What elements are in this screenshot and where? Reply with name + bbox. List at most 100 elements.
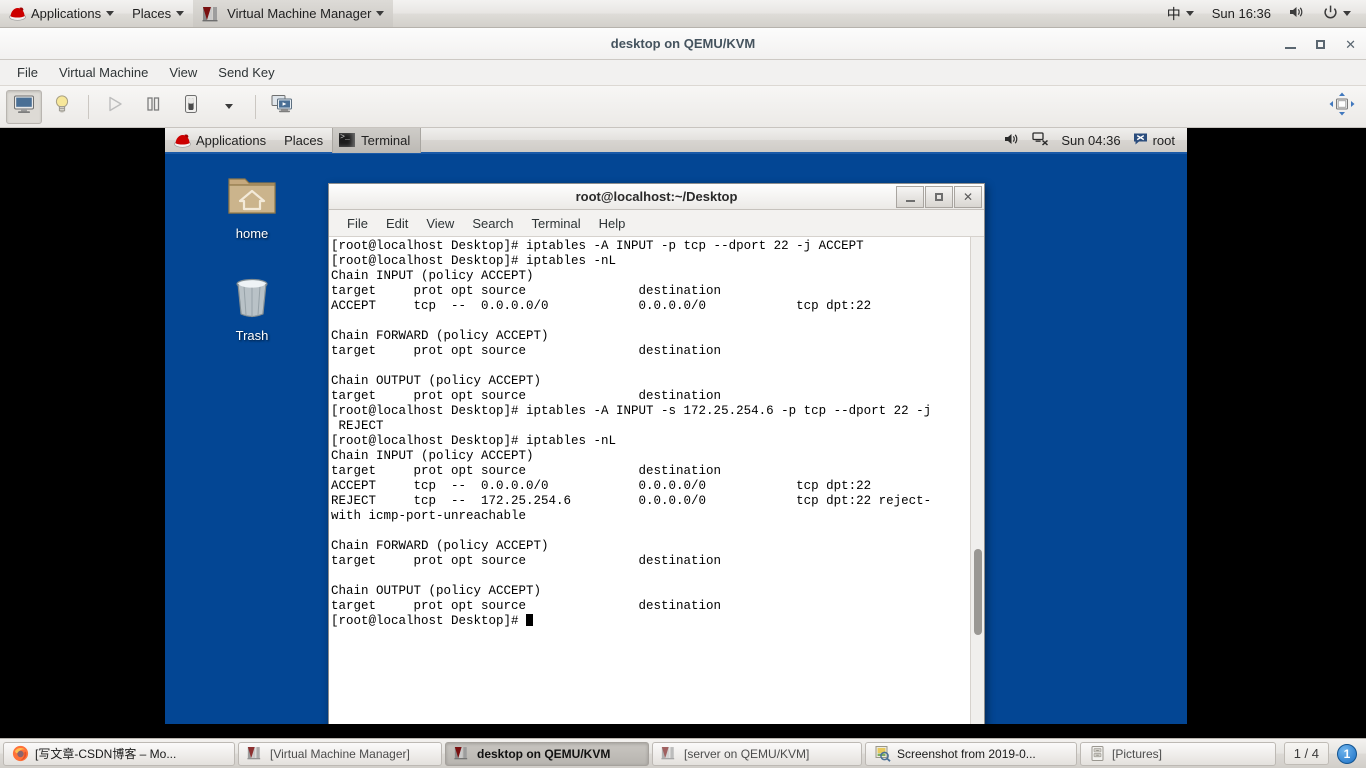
taskbar-button-desktop-vm[interactable]: desktop on QEMU/KVM [445,741,649,766]
guest-window-task-label: Terminal [361,132,411,148]
taskbar-button-screenshot[interactable]: Screenshot from 2019-0... [865,741,1077,766]
show-graphical-console-button[interactable] [6,89,42,124]
chevron-down-icon [106,11,115,16]
workspace-switcher[interactable]: 1 / 4 1 [1283,742,1363,765]
taskbar-button-vmm[interactable]: [Virtual Machine Manager] [238,741,442,766]
maximize-button[interactable] [1316,39,1326,49]
terminal-maximize-button[interactable] [925,186,953,208]
host-places-menu[interactable]: Places [123,0,193,27]
guest-network-disconnected-icon[interactable] [1032,131,1049,149]
resize-to-vm-button[interactable] [1324,90,1360,124]
terminal-line: Chain INPUT (policy ACCEPT) [331,269,534,283]
virt-manager-window: desktop on QEMU/KVM ✕ File Virtual Machi… [0,28,1366,738]
host-top-panel: Applications Places Virtual Machine Mana… [0,0,1366,28]
guest-places-menu[interactable]: Places [275,128,332,153]
pause-icon [145,96,161,117]
power-switch-icon [182,94,200,119]
vmm-window-title: desktop on QEMU/KVM [610,36,756,51]
terminal-menu-terminal[interactable]: Terminal [524,213,589,234]
manage-snapshots-button[interactable] [264,90,300,124]
close-button[interactable]: ✕ [1345,38,1356,51]
minimize-button[interactable] [1285,39,1297,49]
terminal-menu-edit[interactable]: Edit [378,213,416,234]
menu-view[interactable]: View [160,62,206,83]
workspace-badge[interactable]: 1 [1337,743,1357,764]
shutdown-vm-button[interactable] [173,90,209,124]
files-icon [1089,745,1106,762]
terminal-menu-search[interactable]: Search [464,213,521,234]
chevron-down-icon [225,104,233,109]
terminal-scrollbar-thumb[interactable] [974,549,982,635]
guest-volume-icon[interactable] [1004,132,1020,149]
desktop-icon-trash[interactable]: Trash [209,274,295,343]
terminal-line: Chain OUTPUT (policy ACCEPT) [331,374,542,388]
guest-applications-label: Applications [196,132,267,148]
vmm-titlebar: desktop on QEMU/KVM ✕ [0,28,1366,60]
terminal-menu-view[interactable]: View [418,213,462,234]
desktop-icon-home[interactable]: home [209,172,295,241]
guest-user-menu[interactable]: root [1133,132,1175,149]
redhat-logo-icon [174,133,191,148]
guest-applications-menu[interactable]: Applications [165,128,275,153]
vm-console-viewport[interactable]: Applications Places >_ Terminal Sun 04:3… [0,128,1366,738]
terminal-line: Chain INPUT (policy ACCEPT) [331,449,534,463]
shutdown-options-dropdown[interactable] [211,90,247,124]
vmm-window-controls: ✕ [1285,28,1356,60]
terminal-minimize-button[interactable] [896,186,924,208]
screen: Applications Places Virtual Machine Mana… [0,0,1366,768]
terminal-prompt-line: [root@localhost Desktop]# [331,614,970,629]
terminal-window[interactable]: root@localhost:~/Desktop ✕ File Edit Vie… [328,183,985,724]
toolbar-separator [88,94,89,119]
volume-indicator[interactable] [1280,0,1314,27]
taskbar-button-pictures[interactable]: [Pictures] [1080,741,1276,766]
host-applications-menu[interactable]: Applications [0,0,123,27]
terminal-line: target prot opt source destination [331,599,722,613]
show-hardware-details-button[interactable] [44,90,80,124]
guest-clock-label[interactable]: Sun 04:36 [1061,133,1120,148]
guest-window-task-terminal[interactable]: >_ Terminal [332,128,422,153]
terminal-output[interactable]: [root@localhost Desktop]# iptables -A IN… [329,237,970,724]
terminal-menubar: File Edit View Search Terminal Help [329,210,984,237]
guest-desktop-area[interactable]: home Trash root@localhost:~/Desktop ✕ Fi… [165,154,1187,724]
taskbar-button-server-vm[interactable]: [server on QEMU/KVM] [652,741,862,766]
terminal-close-button[interactable]: ✕ [954,186,982,208]
vmm-icon [454,745,471,762]
menu-file[interactable]: File [8,62,47,83]
terminal-menu-help[interactable]: Help [591,213,634,234]
taskbar-button-firefox-label: [写文章-CSDN博客 – Mo... [35,747,177,761]
host-active-app-menu[interactable]: Virtual Machine Manager [193,0,394,27]
system-menu[interactable] [1314,0,1360,27]
host-clock[interactable]: Sun 16:36 [1203,0,1280,27]
resize-icon [1328,91,1356,122]
menu-virtual-machine[interactable]: Virtual Machine [50,62,157,83]
trash-icon [209,274,295,323]
menu-send-key[interactable]: Send Key [209,62,283,83]
terminal-scrollbar[interactable] [970,237,984,724]
vmm-icon [247,745,264,762]
guest-screen[interactable]: Applications Places >_ Terminal Sun 04:3… [165,128,1187,724]
host-taskbar: [写文章-CSDN博客 – Mo... [Virtual Machine Man… [0,738,1366,768]
screenshot-icon [874,745,891,762]
input-method-indicator[interactable]: 中 [1158,0,1203,27]
user-status-icon [1133,132,1148,149]
desktop-icon-trash-label: Trash [235,328,269,343]
firefox-icon [12,745,29,762]
terminal-line: target prot opt source destination [331,554,722,568]
terminal-line: Chain FORWARD (policy ACCEPT) [331,539,549,553]
play-icon [106,95,124,118]
terminal-line: target prot opt source destination [331,389,722,403]
terminal-menu-file[interactable]: File [339,213,376,234]
chevron-down-icon [1185,11,1194,16]
terminal-body[interactable]: [root@localhost Desktop]# iptables -A IN… [329,237,984,724]
pause-vm-button[interactable] [135,90,171,124]
terminal-line: [root@localhost Desktop]# iptables -nL [331,254,617,268]
terminal-line: with icmp-port-unreachable [331,509,527,523]
taskbar-button-firefox[interactable]: [写文章-CSDN博客 – Mo... [3,741,235,766]
workspace-count-label[interactable]: 1 / 4 [1283,742,1329,765]
terminal-titlebar: root@localhost:~/Desktop ✕ [329,184,984,210]
terminal-prompt: [root@localhost Desktop]# [331,614,527,628]
chevron-down-icon [1343,11,1351,16]
chevron-down-icon [376,11,385,16]
